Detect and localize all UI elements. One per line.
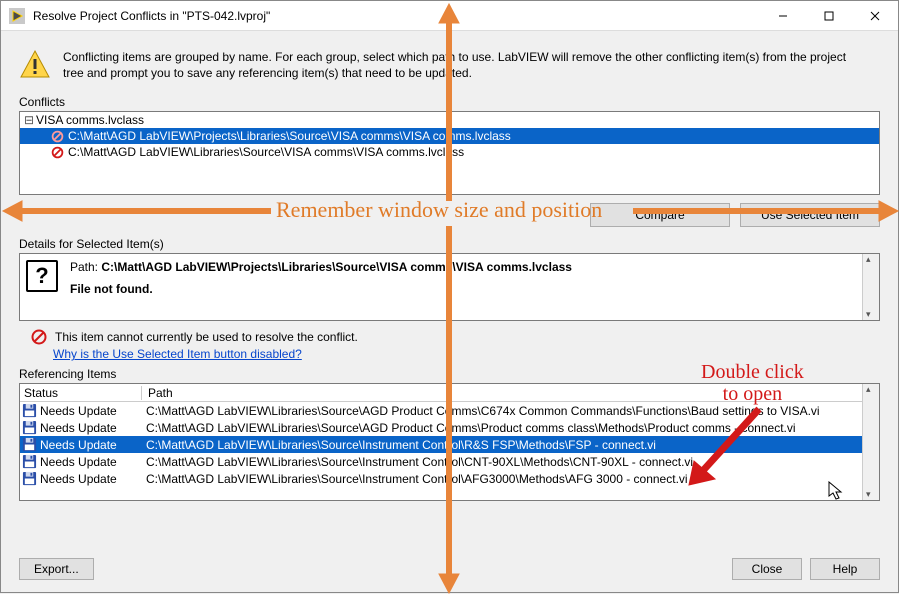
annotation-arrows xyxy=(1,1,899,594)
